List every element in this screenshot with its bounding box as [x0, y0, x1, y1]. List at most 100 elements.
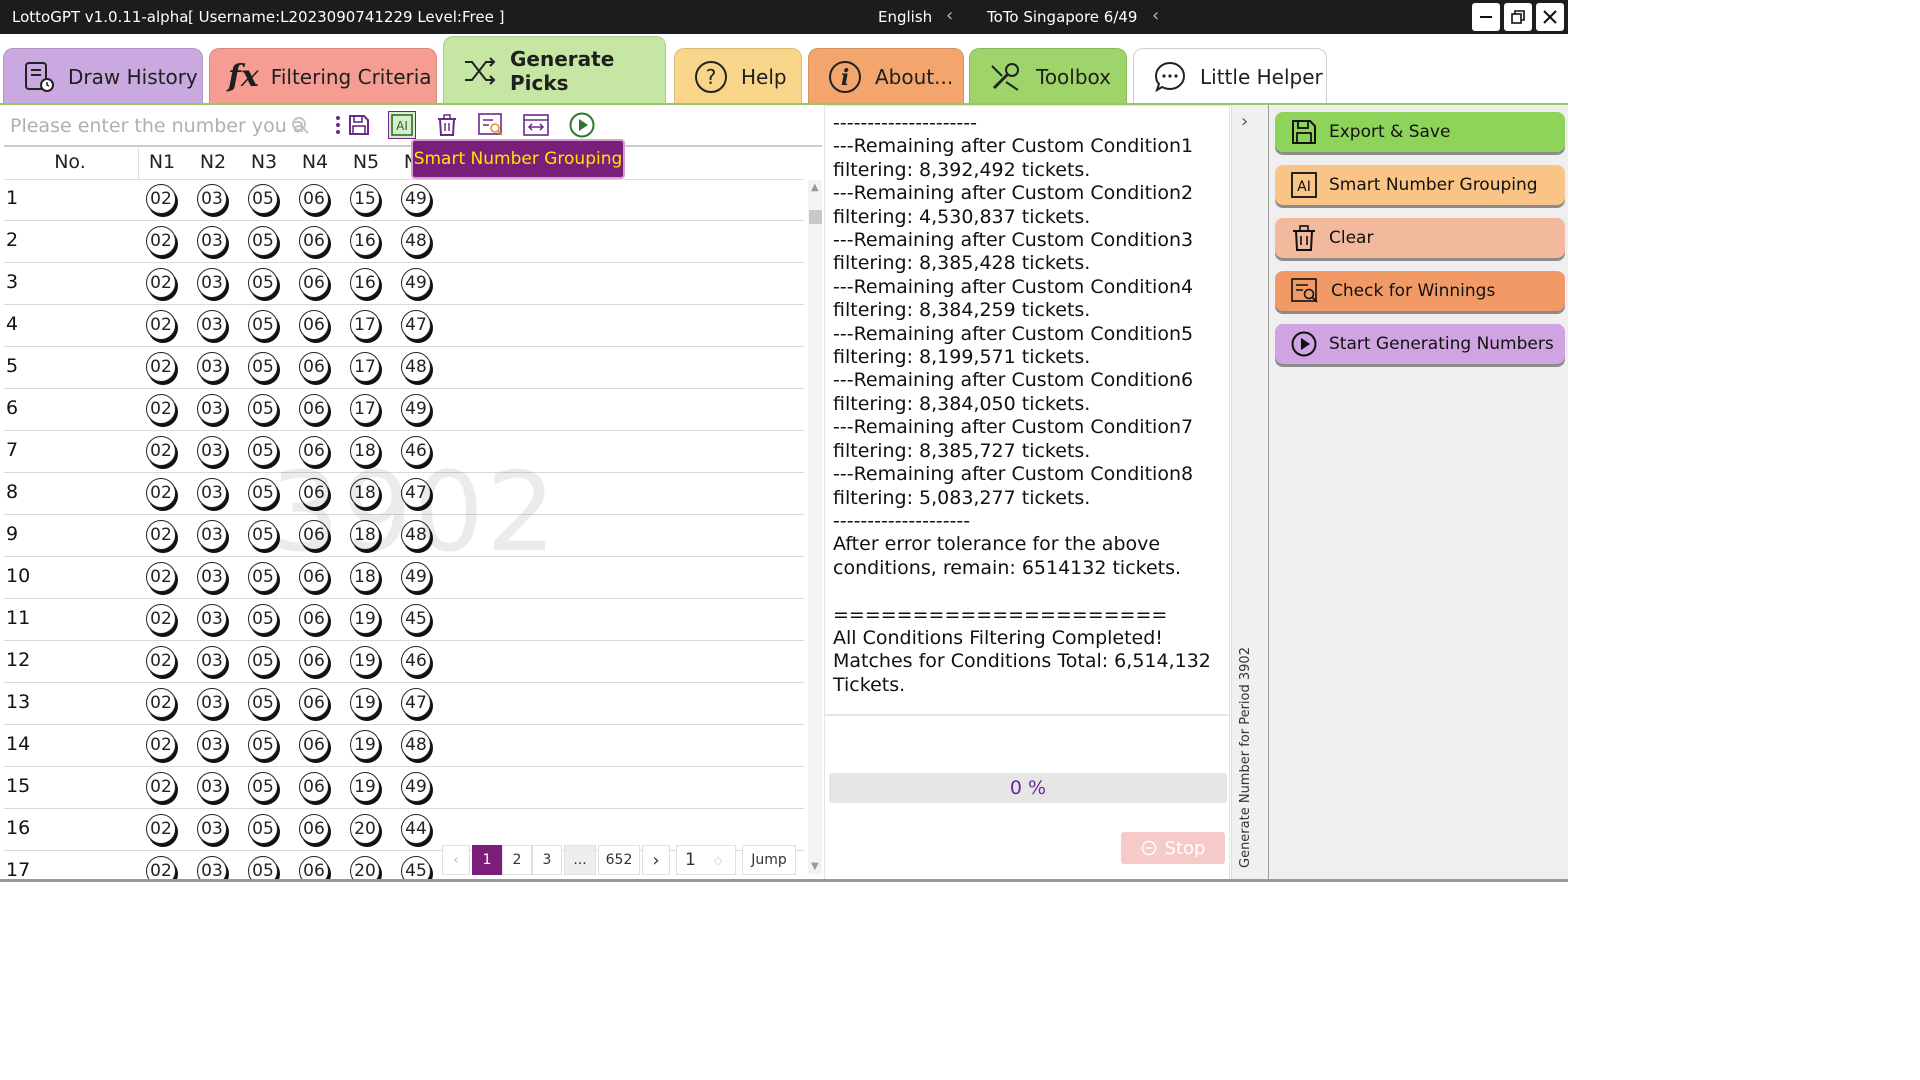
row-number: 14	[6, 733, 31, 755]
column-header-n5[interactable]: N5	[350, 151, 382, 173]
table-row[interactable]: 1 02 03 05 06 15 49	[4, 179, 804, 221]
table-row[interactable]: 7 02 03 05 06 18 46	[4, 431, 804, 473]
check-winnings-icon[interactable]	[477, 111, 505, 139]
trash-icon[interactable]	[433, 111, 461, 139]
page-button[interactable]: 3	[532, 845, 562, 875]
number-ball: 06	[299, 814, 329, 844]
table-row[interactable]: 9 02 03 05 06 18 48	[4, 515, 804, 557]
table-row[interactable]: 10 02 03 05 06 18 49	[4, 557, 804, 599]
restore-button[interactable]	[1504, 3, 1532, 31]
export-save-button[interactable]: Export & Save	[1275, 112, 1565, 152]
column-width-icon[interactable]	[522, 111, 550, 139]
number-ball: 03	[197, 772, 227, 802]
log-line: ---Remaining after Custom Condition5	[833, 322, 1194, 345]
jump-button[interactable]: Jump	[742, 845, 796, 875]
column-header-no[interactable]: No.	[44, 151, 96, 173]
lottery-selector[interactable]: ToTo Singapore 6/49	[987, 8, 1137, 26]
tab-draw-history[interactable]: Draw History	[3, 48, 203, 104]
tab-about[interactable]: i About...	[808, 48, 964, 104]
number-ball: 03	[197, 604, 227, 634]
smart-number-grouping-button[interactable]: AI Smart Number Grouping	[1275, 165, 1565, 205]
tab-filtering-criteria[interactable]: fx Filtering Criteria	[209, 48, 437, 104]
chevron-left-icon[interactable]: ‹	[946, 5, 953, 26]
start-generating-button[interactable]: Start Generating Numbers	[1275, 324, 1565, 364]
clear-button[interactable]: Clear	[1275, 218, 1565, 258]
table-row[interactable]: 8 02 03 05 06 18 47	[4, 473, 804, 515]
chevron-left-icon[interactable]: ‹	[1152, 5, 1159, 26]
table-row[interactable]: 5 02 03 05 06 17 48	[4, 347, 804, 389]
table-row[interactable]: 12 02 03 05 06 19 46	[4, 641, 804, 683]
stop-button[interactable]: Stop	[1121, 832, 1225, 864]
number-ball: 20	[350, 814, 380, 844]
number-ball: 02	[146, 562, 176, 592]
table-row[interactable]: 13 02 03 05 06 19 47	[4, 683, 804, 725]
number-ball: 03	[197, 436, 227, 466]
number-ball: 44	[401, 814, 431, 844]
number-ball: 05	[248, 478, 278, 508]
spinner-icon[interactable]: ◇	[714, 854, 722, 867]
scrollbar-thumb[interactable]	[809, 210, 822, 224]
search-input[interactable]	[8, 109, 312, 143]
action-label: Clear	[1329, 228, 1374, 248]
help-icon: ?	[695, 60, 727, 93]
tab-label: Generate Picks	[510, 46, 615, 95]
tab-label: Draw History	[68, 64, 198, 89]
number-ball: 05	[248, 226, 278, 256]
table-row[interactable]: 2 02 03 05 06 16 48	[4, 221, 804, 263]
number-ball: 05	[248, 604, 278, 634]
chat-icon	[1154, 61, 1186, 92]
scroll-down-icon[interactable]: ▼	[811, 861, 819, 872]
number-ball: 17	[350, 352, 380, 382]
column-header-n4[interactable]: N4	[299, 151, 331, 173]
row-number: 12	[6, 649, 31, 671]
check-for-winnings-button[interactable]: Check for Winnings	[1275, 271, 1565, 311]
number-ball: 46	[401, 646, 431, 676]
language-selector[interactable]: English	[878, 8, 932, 26]
number-ball: 19	[350, 730, 380, 760]
log-line: filtering: 8,385,727 tickets.	[833, 439, 1091, 462]
minimize-button[interactable]	[1472, 3, 1500, 31]
number-ball: 48	[401, 730, 431, 760]
log-line: ---Remaining after Custom Condition8	[833, 463, 1194, 486]
prev-page-button[interactable]: ‹	[442, 845, 470, 875]
table-header: No. N1 N2 N3 N4 N5 N6	[4, 147, 804, 180]
table-row[interactable]: 4 02 03 05 06 17 47	[4, 305, 804, 347]
tab-label: Help	[741, 64, 787, 89]
table-row[interactable]: 15 02 03 05 06 19 49	[4, 767, 804, 809]
user-info: [ Username:L2023090741229 Level:Free ]	[188, 8, 505, 26]
table-row[interactable]: 14 02 03 05 06 19 48	[4, 725, 804, 767]
page-button[interactable]: 652	[598, 845, 640, 875]
number-ball: 06	[299, 688, 329, 718]
title-bar: LottoGPT v1.0.11-alpha [ Username:L20230…	[0, 0, 1568, 34]
scroll-up-icon[interactable]: ▲	[811, 182, 819, 193]
ai-icon[interactable]: AI	[388, 111, 416, 139]
tab-generate-picks[interactable]: Generate Picks	[443, 36, 666, 104]
page-button[interactable]: 2	[502, 845, 532, 875]
table-row[interactable]: 3 02 03 05 06 16 49	[4, 263, 804, 305]
next-page-button[interactable]: ›	[642, 845, 670, 875]
play-icon[interactable]	[568, 111, 596, 139]
jump-page-input[interactable]: 1 ◇	[676, 845, 736, 875]
table-row[interactable]: 11 02 03 05 06 19 45	[4, 599, 804, 641]
search-icon[interactable]	[286, 111, 314, 139]
log-line: ---Remaining after Custom Condition3	[833, 229, 1194, 252]
number-ball: 46	[401, 436, 431, 466]
row-number: 5	[6, 355, 19, 377]
close-button[interactable]	[1536, 3, 1564, 31]
tab-toolbox[interactable]: Toolbox	[969, 48, 1127, 104]
tab-little-helper[interactable]: Little Helper	[1133, 48, 1327, 104]
row-number: 4	[6, 313, 19, 335]
column-header-n1[interactable]: N1	[146, 151, 178, 173]
progress-bar: 0 %	[829, 773, 1227, 803]
column-header-n3[interactable]: N3	[248, 151, 280, 173]
save-icon[interactable]	[345, 111, 373, 139]
number-ball: 03	[197, 562, 227, 592]
collapse-icon[interactable]: ›	[1241, 111, 1248, 132]
table-row[interactable]: 6 02 03 05 06 17 49	[4, 389, 804, 431]
page-button[interactable]: 1	[472, 845, 502, 875]
tab-help[interactable]: ? Help	[674, 48, 802, 104]
column-header-n2[interactable]: N2	[197, 151, 229, 173]
table-scrollbar[interactable]: ▲ ▼	[808, 180, 822, 874]
log-line: filtering: 8,384,050 tickets.	[833, 392, 1091, 415]
page-ellipsis[interactable]: ...	[564, 845, 596, 875]
